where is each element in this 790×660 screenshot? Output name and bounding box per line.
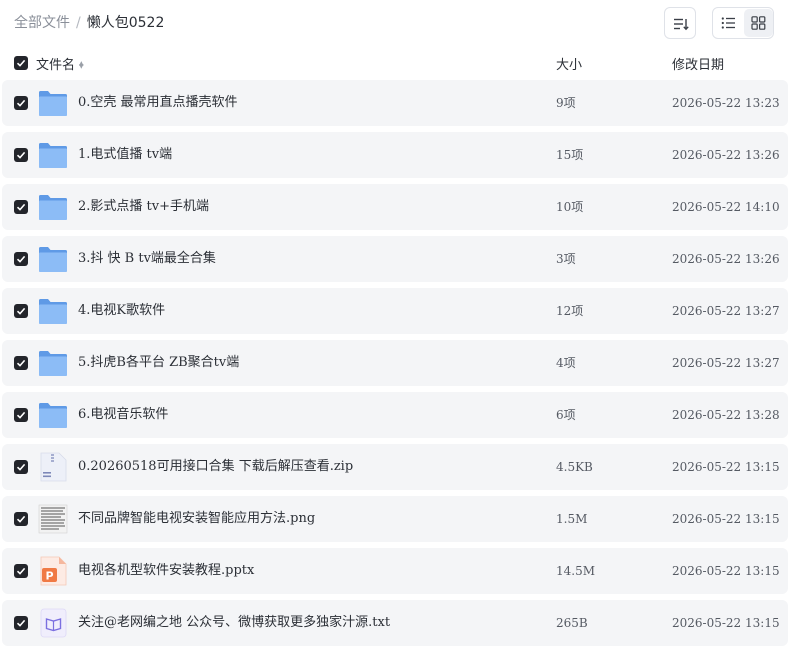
sort-arrows-icon: ▲ ▼ xyxy=(79,60,84,70)
row-checkbox[interactable] xyxy=(14,408,28,422)
sort-icon xyxy=(674,18,689,31)
checkmark-icon xyxy=(16,515,26,523)
file-size: 15项 xyxy=(556,148,584,162)
file-modified-date: 2026-05-22 13:15 xyxy=(672,460,780,474)
breadcrumb-root-link[interactable]: 全部文件 xyxy=(14,15,70,31)
checkmark-icon xyxy=(16,411,26,419)
file-size: 1.5M xyxy=(556,512,588,526)
file-name[interactable]: 1.电式值播 tv端 xyxy=(78,146,172,164)
file-name[interactable]: 5.抖虎B各平台 ZB聚合tv端 xyxy=(78,354,239,372)
name-column-label: 文件名 xyxy=(36,58,76,73)
checkmark-icon xyxy=(16,99,26,107)
file-size: 10项 xyxy=(556,200,584,214)
row-checkbox[interactable] xyxy=(14,356,28,370)
row-checkbox[interactable] xyxy=(14,200,28,214)
checkmark-icon xyxy=(16,59,26,67)
folder-row[interactable]: 0.空壳 最常用直点播壳软件 9项 2026-05-22 13:23 xyxy=(2,80,788,126)
file-name[interactable]: 4.电视K歌软件 xyxy=(78,302,165,320)
top-bar: 全部文件 / 懒人包0522 xyxy=(0,0,790,46)
checkmark-icon xyxy=(16,619,26,627)
list-view-button[interactable] xyxy=(714,9,743,37)
file-modified-date: 2026-05-22 14:10 xyxy=(672,200,780,214)
folder-icon xyxy=(37,400,69,430)
date-column-header[interactable]: 修改日期 xyxy=(672,54,724,73)
folder-row[interactable]: 3.抖 快 B tv端最全合集 3项 2026-05-22 13:26 xyxy=(2,236,788,282)
folder-row[interactable]: 1.电式值播 tv端 15项 2026-05-22 13:26 xyxy=(2,132,788,178)
folder-row[interactable]: 5.抖虎B各平台 ZB聚合tv端 4项 2026-05-22 13:27 xyxy=(2,340,788,386)
folder-row[interactable]: 2.影式点播 tv+手机端 10项 2026-05-22 14:10 xyxy=(2,184,788,230)
file-size: 4.5KB xyxy=(556,460,593,474)
file-name[interactable]: 6.电视音乐软件 xyxy=(78,406,168,424)
file-name[interactable]: 3.抖 快 B tv端最全合集 xyxy=(78,250,216,268)
folder-icon xyxy=(37,244,69,274)
breadcrumb-current-folder: 懒人包0522 xyxy=(86,15,165,31)
file-modified-date: 2026-05-22 13:15 xyxy=(672,564,780,578)
folder-icon xyxy=(37,88,69,118)
view-mode-toggle xyxy=(712,7,774,39)
pptx-icon: P xyxy=(37,556,69,586)
list-view-icon xyxy=(721,17,735,29)
row-checkbox[interactable] xyxy=(14,460,28,474)
file-size: 3项 xyxy=(556,252,576,266)
file-modified-date: 2026-05-22 13:28 xyxy=(672,408,780,422)
column-header: 文件名 ▲ ▼ 大小 修改日期 xyxy=(0,50,790,76)
file-modified-date: 2026-05-22 13:26 xyxy=(672,148,780,162)
folder-icon xyxy=(37,192,69,222)
checkmark-icon xyxy=(16,255,26,263)
file-row[interactable]: 不同品牌智能电视安装智能应用方法.png 1.5M 2026-05-22 13:15 xyxy=(2,496,788,542)
sort-button[interactable] xyxy=(664,7,696,39)
file-modified-date: 2026-05-22 13:15 xyxy=(672,512,780,526)
file-modified-date: 2026-05-22 13:27 xyxy=(672,304,780,318)
checkmark-icon xyxy=(16,567,26,575)
file-name[interactable]: 电视各机型软件安装教程.pptx xyxy=(78,562,254,580)
file-modified-date: 2026-05-22 13:15 xyxy=(672,616,780,630)
file-modified-date: 2026-05-22 13:26 xyxy=(672,252,780,266)
folder-icon xyxy=(37,296,69,326)
file-size: 12项 xyxy=(556,304,584,318)
row-checkbox[interactable] xyxy=(14,252,28,266)
zip-icon xyxy=(37,452,69,482)
file-size: 6项 xyxy=(556,408,576,422)
folder-row[interactable]: 4.电视K歌软件 12项 2026-05-22 13:27 xyxy=(2,288,788,334)
file-size: 4项 xyxy=(556,356,576,370)
svg-text:P: P xyxy=(45,570,53,583)
image-icon xyxy=(37,504,69,534)
folder-row[interactable]: 6.电视音乐软件 6项 2026-05-22 13:28 xyxy=(2,392,788,438)
file-row[interactable]: 关注@老网编之地 公众号、微博获取更多独家汁源.txt 265B 2026-05-2… xyxy=(2,600,788,646)
row-checkbox[interactable] xyxy=(14,512,28,526)
file-size: 14.5M xyxy=(556,564,596,578)
row-checkbox[interactable] xyxy=(14,148,28,162)
file-modified-date: 2026-05-22 13:27 xyxy=(672,356,780,370)
file-name[interactable]: 0.20260518可用接口合集 下载后解压查看.zip xyxy=(78,458,353,476)
select-all-checkbox[interactable] xyxy=(14,56,28,70)
file-row[interactable]: 0.20260518可用接口合集 下载后解压查看.zip 4.5KB 2026-05… xyxy=(2,444,788,490)
file-size: 265B xyxy=(556,616,588,630)
folder-icon xyxy=(37,348,69,378)
file-name[interactable]: 不同品牌智能电视安装智能应用方法.png xyxy=(78,510,315,528)
checkmark-icon xyxy=(16,307,26,315)
checkmark-icon xyxy=(16,203,26,211)
grid-view-button[interactable] xyxy=(744,9,773,37)
name-column-header[interactable]: 文件名 ▲ ▼ xyxy=(36,54,84,73)
row-checkbox[interactable] xyxy=(14,304,28,318)
folder-icon xyxy=(37,140,69,170)
checkmark-icon xyxy=(16,463,26,471)
grid-view-icon xyxy=(751,16,766,30)
file-name[interactable]: 0.空壳 最常用直点播壳软件 xyxy=(78,94,238,112)
file-row[interactable]: P 电视各机型软件安装教程.pptx 14.5M 2026-05-22 13:15 xyxy=(2,548,788,594)
file-name[interactable]: 2.影式点播 tv+手机端 xyxy=(78,198,209,216)
breadcrumb-separator: / xyxy=(76,15,81,31)
row-checkbox[interactable] xyxy=(14,564,28,578)
size-column-header[interactable]: 大小 xyxy=(556,54,582,73)
file-modified-date: 2026-05-22 13:23 xyxy=(672,96,780,110)
row-checkbox[interactable] xyxy=(14,96,28,110)
breadcrumb: 全部文件 / 懒人包0522 xyxy=(14,14,164,32)
file-name[interactable]: 关注@老网编之地 公众号、微博获取更多独家汁源.txt xyxy=(78,614,390,632)
txt-icon xyxy=(37,608,69,638)
checkmark-icon xyxy=(16,151,26,159)
row-checkbox[interactable] xyxy=(14,616,28,630)
file-size: 9项 xyxy=(556,96,576,110)
checkmark-icon xyxy=(16,359,26,367)
